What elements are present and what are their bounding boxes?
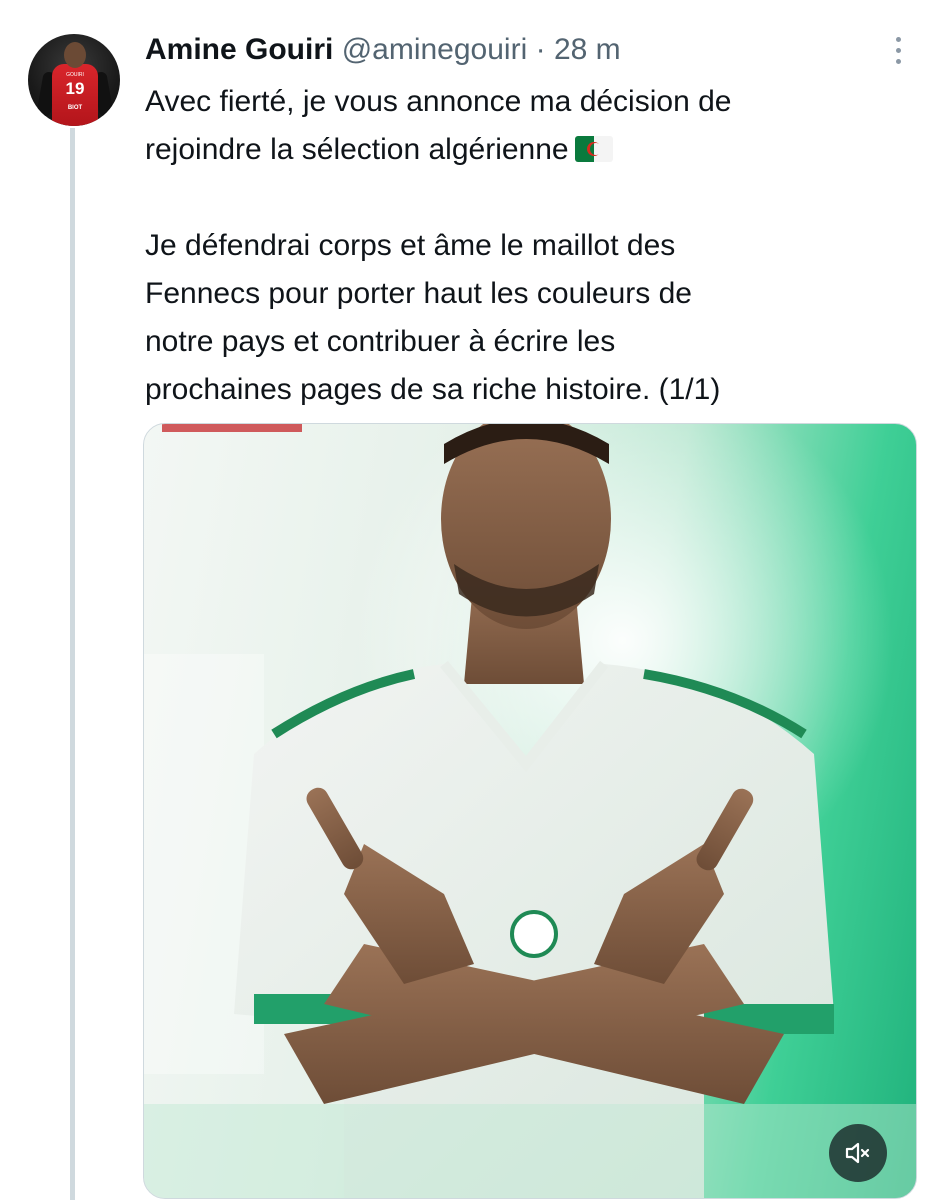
avatar-head [64, 42, 86, 68]
author-display-name[interactable]: Amine Gouiri [145, 33, 333, 66]
more-dot [895, 47, 901, 53]
tweet-text-line: prochaines pages de sa riche histoire. (… [145, 373, 721, 406]
tweet-text-line: notre pays et contribuer à écrire les [145, 325, 616, 358]
tweet[interactable]: GOUIRI 19 BIOT Amine Gouiri @aminegouiri… [0, 0, 940, 1200]
tweet-text-line-with-emoji: rejoindre la sélection algérienne [145, 126, 905, 174]
player-illustration [144, 424, 916, 1198]
more-options-icon[interactable] [884, 32, 912, 68]
tweet-text-line: Je défendrai corps et âme le maillot des [145, 229, 676, 262]
tweet-header: Amine Gouiri @aminegouiri · 28 m [145, 30, 621, 70]
avatar[interactable]: GOUIRI 19 BIOT [28, 34, 120, 126]
tweet-media-image[interactable] [143, 423, 917, 1199]
separator-dot: · [535, 33, 546, 66]
more-dot [895, 36, 901, 42]
author-handle[interactable]: @aminegouiri [342, 33, 528, 66]
thread-line [70, 128, 75, 1200]
tweet-text-line: rejoindre la sélection algérienne [145, 133, 569, 166]
speaker-muted-glyph [845, 1142, 870, 1164]
algeria-flag-icon [574, 136, 613, 163]
tweet-text: Avec fierté, je vous annonce ma décision… [145, 78, 905, 414]
volume-muted-icon[interactable] [829, 1124, 887, 1182]
more-dot [895, 58, 901, 64]
avatar-jersey-name: GOUIRI [66, 72, 84, 78]
tweet-timestamp[interactable]: 28 m [554, 33, 621, 66]
avatar-jersey-sponsor: BIOT [67, 105, 83, 111]
tweet-text-line: Avec fierté, je vous annonce ma décision… [145, 85, 732, 118]
tweet-text-line: Fennecs pour porter haut les couleurs de [145, 277, 692, 310]
avatar-jersey-number: 19 [65, 79, 85, 98]
